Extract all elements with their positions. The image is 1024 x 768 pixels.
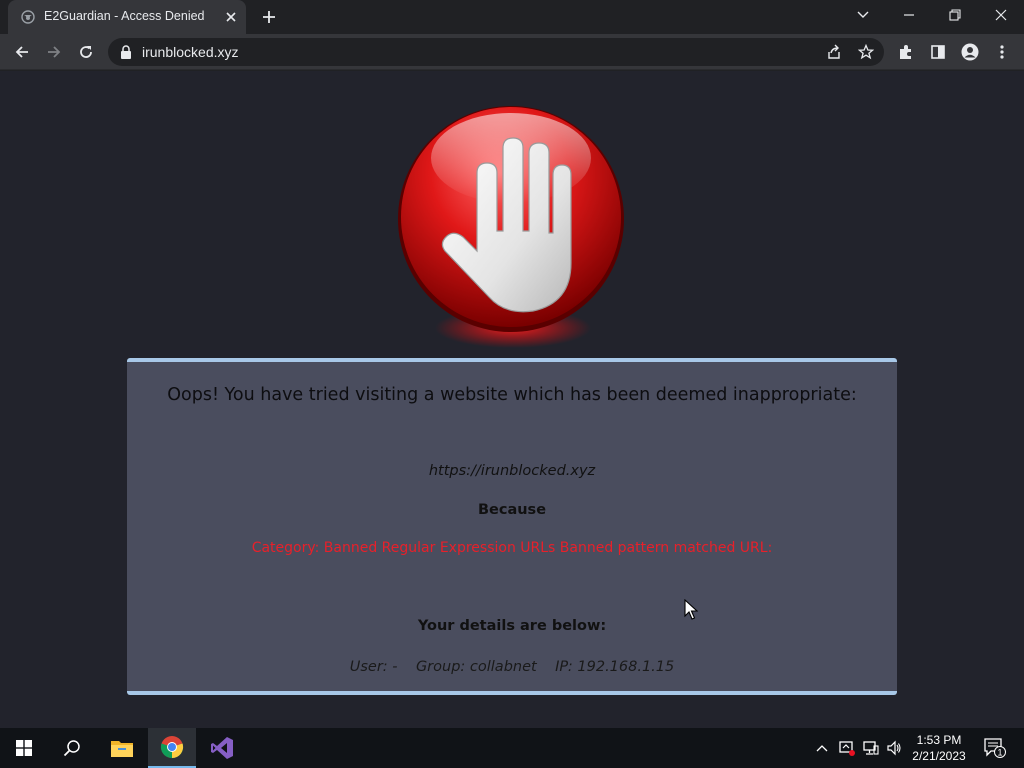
blocked-url-text: https://irunblocked.xyz	[428, 463, 596, 479]
url-text[interactable]: irunblocked.xyz	[142, 44, 239, 60]
restore-button[interactable]	[932, 0, 978, 30]
close-window-button[interactable]	[978, 0, 1024, 30]
arrow-right-icon	[48, 46, 61, 58]
reload-button[interactable]	[72, 38, 100, 66]
because-label: Because	[477, 502, 547, 518]
chevron-up-icon	[816, 745, 828, 752]
details-heading: Your details are below:	[417, 618, 607, 634]
search-icon	[63, 740, 80, 757]
lock-icon[interactable]	[120, 45, 132, 59]
tab-title: E2Guardian - Access Denied	[44, 9, 205, 23]
security-tray-icon[interactable]	[837, 738, 857, 758]
address-bar[interactable]: irunblocked.xyz	[108, 38, 884, 66]
user-details-text: User: - Group: collabnet IP: 192.168.1.1…	[349, 659, 675, 675]
bookmark-star-icon[interactable]	[856, 42, 876, 62]
minimize-button[interactable]	[886, 0, 932, 30]
globe-icon	[21, 10, 35, 24]
side-panel-button[interactable]	[924, 38, 952, 66]
restore-icon	[949, 9, 961, 21]
block-reason-text: Category: Banned Regular Expression URLs…	[251, 540, 773, 556]
notification-count: 1	[997, 747, 1002, 757]
menu-button[interactable]	[988, 38, 1016, 66]
side-panel-icon	[931, 45, 945, 59]
profile-button[interactable]	[956, 38, 984, 66]
extensions-button[interactable]	[892, 38, 920, 66]
tab-access-denied[interactable]: E2Guardian - Access Denied	[8, 0, 246, 34]
windows-taskbar: 1:53 PM 2/21/2023 1	[0, 728, 1024, 768]
browser-titlebar: E2Guardian - Access Denied	[0, 0, 1024, 34]
forward-button[interactable]	[40, 38, 68, 66]
folder-icon	[111, 741, 133, 757]
clock-date: 2/21/2023	[912, 749, 966, 763]
windows-logo-icon	[16, 740, 32, 756]
arrow-left-icon	[15, 46, 28, 58]
share-icon[interactable]	[824, 42, 844, 62]
search-button[interactable]	[48, 728, 96, 768]
tab-search-button[interactable]	[840, 0, 886, 30]
browser-toolbar: irunblocked.xyz	[0, 34, 1024, 70]
taskbar-chrome[interactable]	[148, 728, 196, 768]
show-hidden-icons-button[interactable]	[812, 738, 832, 758]
kebab-menu-icon	[1000, 45, 1004, 59]
reload-icon	[80, 46, 92, 58]
network-icon[interactable]	[861, 738, 881, 758]
notification-icon: 1	[984, 738, 1006, 758]
minimize-icon	[904, 14, 914, 16]
chevron-down-icon	[857, 11, 869, 18]
system-clock[interactable]: 1:53 PM 2/21/2023	[910, 732, 968, 764]
taskbar-visual-studio[interactable]	[198, 728, 246, 768]
clock-time: 1:53 PM	[916, 733, 962, 747]
back-button[interactable]	[8, 38, 36, 66]
visual-studio-icon	[211, 737, 233, 759]
puzzle-icon	[900, 45, 911, 59]
close-tab-icon[interactable]	[222, 8, 240, 26]
close-icon	[995, 9, 1007, 21]
avatar-icon	[961, 43, 979, 61]
chrome-icon	[160, 736, 184, 759]
notification-center-button[interactable]: 1	[978, 728, 1012, 768]
headline-text: Oops! You have tried visiting a website …	[167, 385, 857, 405]
stop-hand-icon	[398, 106, 624, 348]
mouse-cursor-icon	[684, 599, 698, 620]
blocked-message-panel: Oops! You have tried visiting a website …	[127, 358, 897, 695]
new-tab-icon[interactable]	[258, 6, 280, 28]
start-button[interactable]	[0, 728, 48, 768]
taskbar-file-explorer[interactable]	[98, 728, 146, 768]
volume-icon[interactable]	[884, 738, 904, 758]
page-content: Oops! You have tried visiting a website …	[0, 71, 1024, 728]
